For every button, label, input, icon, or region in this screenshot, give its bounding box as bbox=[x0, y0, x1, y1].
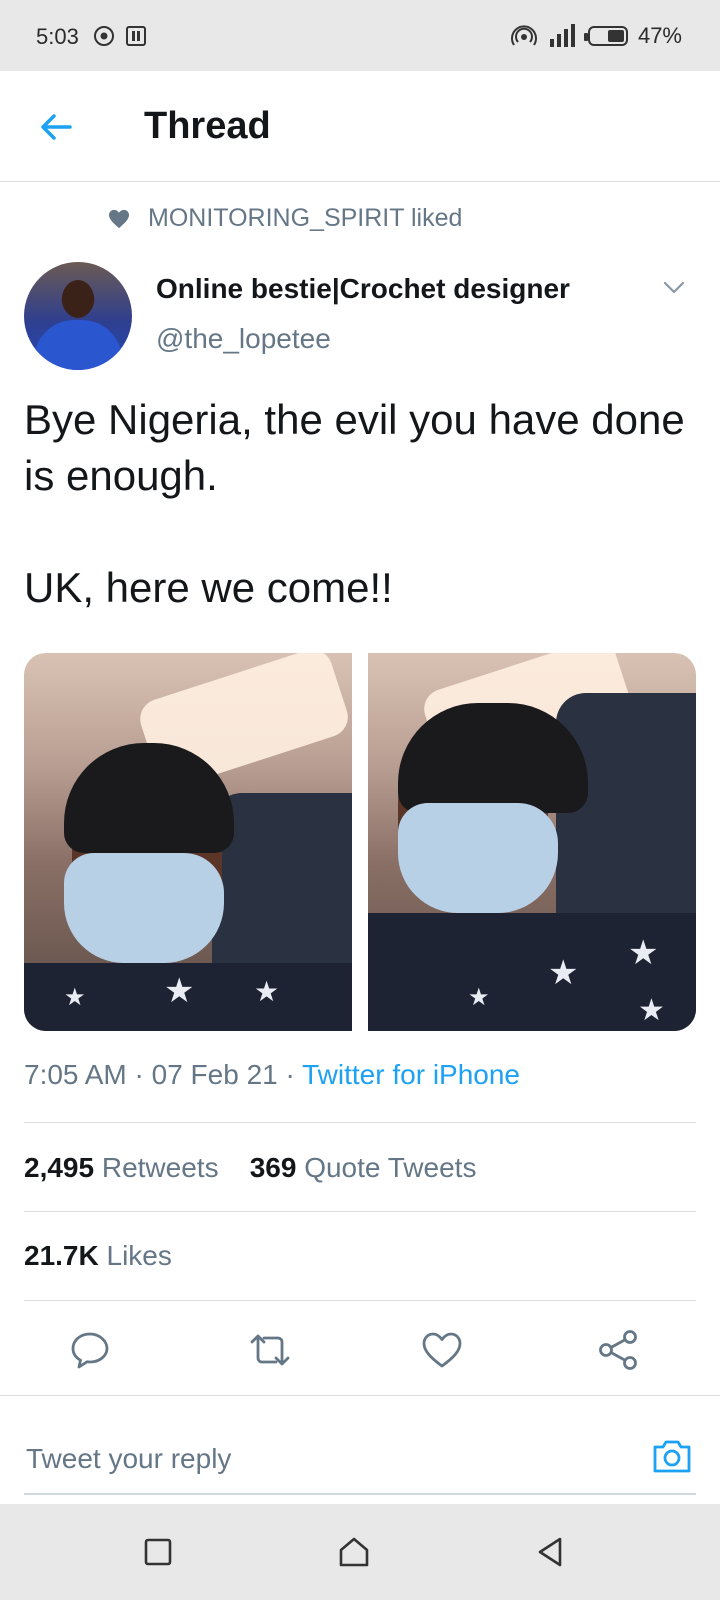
tweet-text: Bye Nigeria, the evil you have done is e… bbox=[24, 396, 685, 611]
meta-separator: · bbox=[134, 1059, 144, 1090]
screen-record-icon bbox=[126, 26, 146, 46]
retweets-stat[interactable]: 2,495 Retweets bbox=[24, 1152, 219, 1183]
divider bbox=[24, 1211, 696, 1212]
battery-percent: 47% bbox=[637, 23, 682, 48]
quote-tweets-stat[interactable]: 369 Quote Tweets bbox=[250, 1152, 477, 1183]
author-name[interactable]: Online bestie|Crochet designer bbox=[156, 273, 570, 305]
heart-filled-icon bbox=[109, 209, 129, 228]
hotspot-icon bbox=[511, 25, 537, 46]
reply-separator bbox=[0, 1395, 720, 1404]
home-icon[interactable] bbox=[336, 1534, 372, 1570]
avatar[interactable] bbox=[24, 262, 132, 370]
reply-icon[interactable] bbox=[68, 1328, 112, 1372]
like-icon[interactable] bbox=[420, 1328, 464, 1372]
chevron-down-icon[interactable] bbox=[662, 280, 686, 296]
tweet-time: 7:05 AM bbox=[24, 1059, 127, 1090]
tweet-meta: 7:05 AM · 07 Feb 21 · Twitter for iPhone bbox=[24, 1059, 520, 1091]
likes-stat[interactable]: 21.7K Likes bbox=[24, 1240, 172, 1271]
system-nav-bar bbox=[0, 1504, 720, 1600]
status-left-icons bbox=[92, 24, 148, 48]
retweet-icon[interactable] bbox=[248, 1328, 292, 1372]
battery-icon bbox=[583, 26, 628, 46]
target-icon bbox=[94, 26, 114, 46]
divider bbox=[24, 1122, 696, 1123]
meta-separator: · bbox=[285, 1059, 295, 1090]
reply-underline bbox=[24, 1493, 696, 1495]
tweet-date: 07 Feb 21 bbox=[151, 1059, 278, 1090]
tweet-source-link[interactable]: Twitter for iPhone bbox=[302, 1059, 520, 1090]
tweet-photo-1[interactable]: ★ ★ ★ bbox=[24, 653, 352, 1031]
author-handle[interactable]: @the_lopetee bbox=[156, 323, 331, 355]
page-title: Thread bbox=[144, 105, 271, 147]
status-bar: 5:03 47% bbox=[0, 0, 720, 71]
reply-input[interactable] bbox=[24, 1438, 608, 1480]
status-time: 5:03 bbox=[36, 24, 79, 49]
retweet-stats: 2,495 Retweets 369 Quote Tweets bbox=[24, 1152, 476, 1184]
tweet-actions bbox=[0, 1312, 720, 1392]
social-context-text: MONITORING_SPIRIT liked bbox=[148, 204, 463, 232]
recent-apps-icon[interactable] bbox=[140, 1534, 176, 1570]
social-context[interactable]: MONITORING_SPIRIT liked bbox=[108, 204, 462, 233]
signal-icon bbox=[549, 24, 575, 47]
thread-header: Thread bbox=[0, 71, 720, 182]
status-right-icons: 47% bbox=[510, 22, 682, 50]
camera-icon[interactable] bbox=[650, 1434, 694, 1478]
divider bbox=[24, 1300, 696, 1301]
tweet-photo-2[interactable]: ★ ★ ★ ★ bbox=[368, 653, 696, 1031]
share-icon[interactable] bbox=[596, 1328, 640, 1372]
likes-stats: 21.7K Likes bbox=[24, 1240, 172, 1272]
back-icon[interactable] bbox=[532, 1534, 568, 1570]
arrow-left-icon[interactable] bbox=[36, 107, 76, 147]
